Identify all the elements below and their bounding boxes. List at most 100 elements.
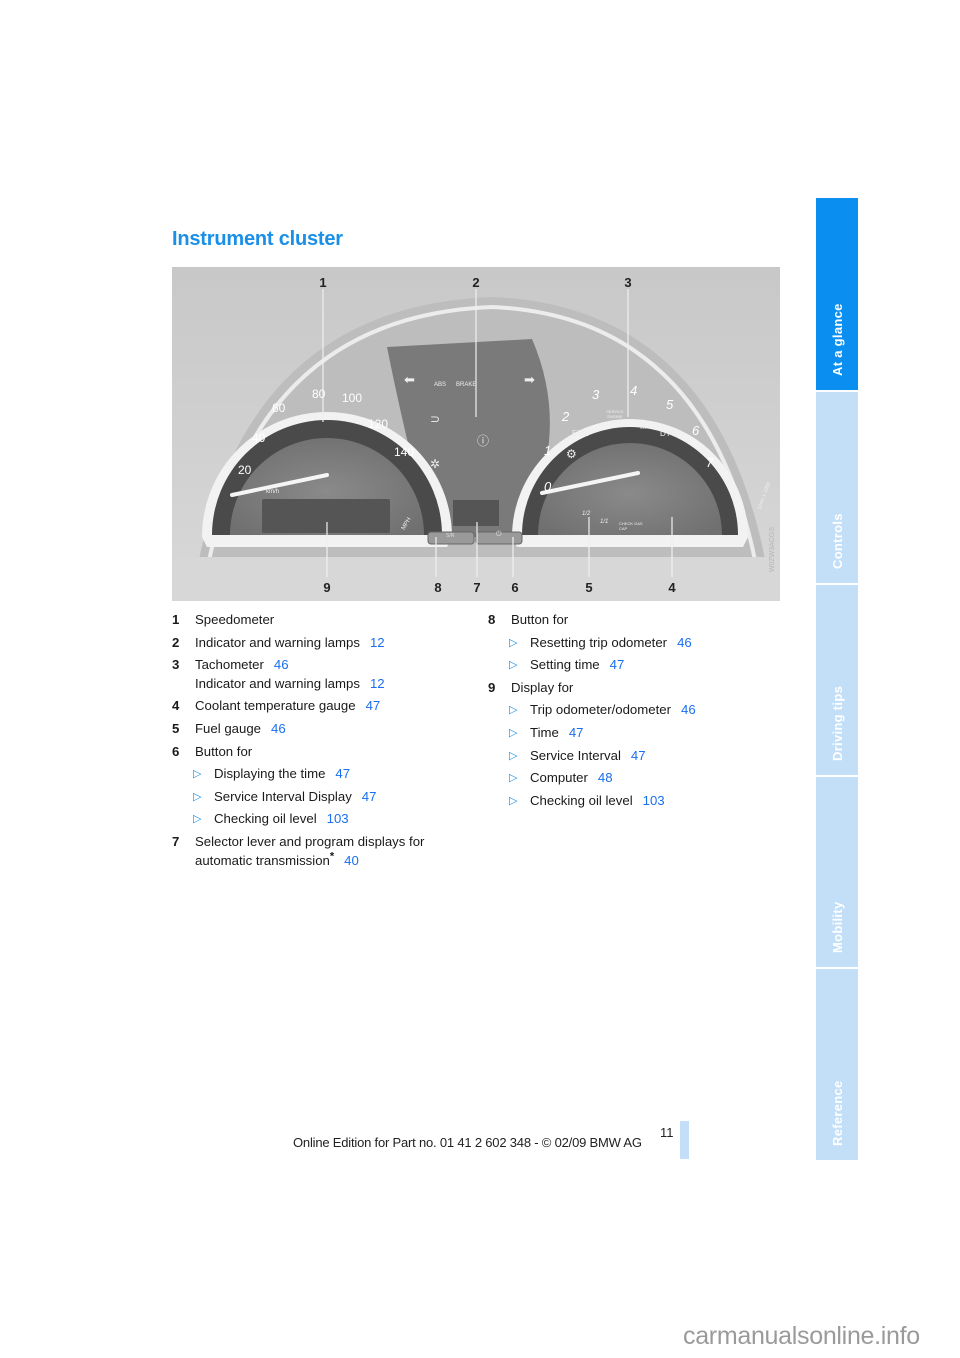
legend-subtext: Resetting trip odometer [530, 634, 668, 650]
legend-subitem: ▷ Service Interval 47 [488, 745, 696, 768]
abs-indicator: ABS [434, 382, 447, 388]
page-ref-link[interactable]: 40 [344, 853, 359, 868]
right-turn-signal-icon: ➡ [524, 372, 535, 387]
figure-code: W0ZW3ACGS [769, 527, 776, 573]
tacho-label: 4 [630, 383, 638, 398]
callout-1: 1 [319, 275, 327, 290]
legend-number: 4 [172, 698, 180, 714]
legend-text: Button for [511, 612, 569, 627]
page-ref-link[interactable]: 46 [274, 657, 289, 672]
legend-item: 4 Coolant temperature gauge 47 [172, 695, 424, 718]
legend-item: 9 Display for [488, 677, 696, 700]
speedo-label: 80 [312, 387, 326, 401]
callout-7: 7 [473, 580, 481, 595]
legend-right: 8 Button for ▷ Resetting trip odometer 46… [488, 609, 696, 812]
odometer-display [262, 499, 390, 533]
legend-item-continued: Indicator and warning lamps 12 [172, 673, 424, 696]
transmission-icon: ⚙ [566, 447, 577, 461]
speedo-label: 60 [272, 401, 286, 415]
bullet-triangle-icon: ▷ [509, 772, 518, 785]
legend-item: 6 Button for [172, 741, 424, 764]
side-tab-controls[interactable]: Controls [816, 392, 858, 585]
legend-left: 1 Speedometer 2 Indicator and warning la… [172, 609, 424, 872]
legend-subitem: ▷ Checking oil level 103 [488, 790, 696, 813]
page-ref-link[interactable]: 47 [631, 748, 646, 763]
legend-subtext: Trip odometer/odometer [530, 702, 671, 718]
optional-equipment-star: * [329, 850, 335, 863]
gear-display [453, 500, 499, 526]
side-tab-label: Reference [830, 1080, 845, 1146]
legend-subitem: ▷ Resetting trip odometer 46 [488, 632, 696, 655]
legend-subtext: Service Interval Display [214, 788, 352, 804]
tacho-label: 6 [692, 423, 700, 438]
tacho-label: 2 [562, 409, 570, 424]
speedo-unit: km/h [266, 489, 280, 495]
page-ref-link[interactable]: 47 [335, 766, 350, 781]
side-tab-label: Driving tips [830, 685, 845, 761]
legend-subtext: Computer [530, 770, 588, 786]
legend-text: Indicator and warning lamps [195, 675, 360, 691]
page-ref-link[interactable]: 47 [569, 725, 584, 740]
legend-number: 5 [172, 720, 180, 736]
page-ref-link[interactable]: 12 [370, 676, 385, 691]
brake-indicator: BRAKE [456, 382, 477, 388]
page-ref-link[interactable]: 47 [362, 789, 377, 804]
page-ref-link[interactable]: 47 [610, 657, 625, 672]
callout-3: 3 [624, 275, 632, 290]
callout-4: 4 [668, 580, 676, 595]
page-ref-link[interactable]: 12 [370, 635, 385, 650]
legend-item: 2 Indicator and warning lamps 12 [172, 632, 424, 655]
callout-8: 8 [434, 580, 442, 595]
tacho-label: 5 [666, 397, 674, 412]
side-tab-reference[interactable]: Reference [816, 969, 858, 1160]
page-ref-link[interactable]: 103 [643, 793, 665, 808]
legend-subtext: Checking oil level [530, 792, 633, 808]
callout-6: 6 [511, 580, 519, 595]
legend-subtext: Setting time [530, 657, 600, 673]
page-ref-link[interactable]: 103 [327, 811, 349, 826]
bullet-triangle-icon: ▷ [193, 813, 202, 826]
bullet-triangle-icon: ▷ [509, 704, 518, 717]
service-engine-soon-label: SERVICE ENGINE SOON [606, 409, 624, 424]
fuel-full-mark: 1/1 [600, 519, 609, 525]
page-ref-link[interactable]: 47 [366, 698, 381, 713]
page-ref-link[interactable]: 46 [271, 721, 286, 736]
legend-subtext: Displaying the time [214, 766, 326, 782]
legend-subitem: ▷ Setting time 47 [488, 654, 696, 677]
section-tabs: At a glance Controls Driving tips Mobili… [816, 198, 858, 1160]
legend-item: 8 Button for [488, 609, 696, 632]
tacho-label: 3 [592, 387, 600, 402]
legend-subitem: ▷ Displaying the time 47 [172, 763, 424, 786]
speedo-label: 120 [368, 417, 389, 431]
speedo-label: 100 [342, 391, 363, 405]
power-button: ⏻ [496, 531, 502, 538]
page-number: 11 [660, 1125, 674, 1140]
side-tab-label: Controls [830, 513, 845, 569]
footer-accent-bar [680, 1121, 689, 1159]
tacho-label: 0 [544, 479, 552, 494]
page-title: Instrument cluster [172, 228, 343, 250]
legend-subitem: ▷ Checking oil level 103 [172, 808, 424, 831]
sr-button: S/R [446, 533, 455, 539]
legend-text: Button for [195, 743, 253, 759]
tire-pressure-icon: ⓘ [477, 434, 490, 448]
legend-subtext: Service Interval [530, 747, 621, 763]
legend-number: 2 [172, 634, 180, 650]
page-ref-link[interactable]: 46 [677, 635, 692, 650]
side-tab-mobility[interactable]: Mobility [816, 777, 858, 969]
bullet-triangle-icon: ▷ [509, 636, 518, 649]
page-ref-link[interactable]: 46 [681, 702, 696, 717]
light-failure-icon: ✲ [430, 457, 441, 471]
legend-text: Fuel gauge [195, 720, 261, 736]
side-tab-at-a-glance[interactable]: At a glance [816, 198, 858, 392]
bullet-triangle-icon: ▷ [509, 726, 518, 739]
side-tab-driving-tips[interactable]: Driving tips [816, 585, 858, 777]
tacho-label: 1 [544, 443, 552, 458]
edition-footer: Online Edition for Part no. 01 41 2 602 … [293, 1135, 642, 1150]
callout-2: 2 [472, 275, 480, 290]
legend-subitem: ▷ Trip odometer/odometer 46 [488, 699, 696, 722]
legend-number: 6 [172, 743, 180, 759]
side-tab-label: At a glance [830, 303, 845, 376]
legend-subitem: ▷ Time 47 [488, 722, 696, 745]
page-ref-link[interactable]: 48 [598, 770, 613, 785]
